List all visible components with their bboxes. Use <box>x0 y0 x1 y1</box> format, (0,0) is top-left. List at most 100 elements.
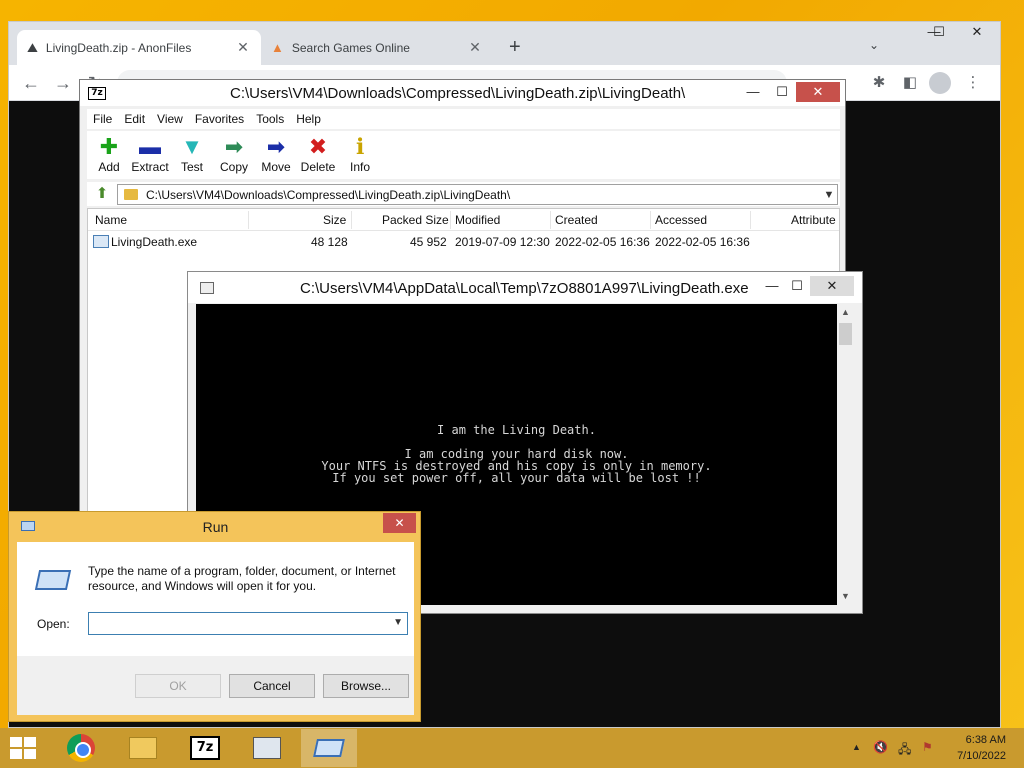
tab-search-button[interactable]: ⌄ <box>869 38 879 52</box>
tray-chevron-icon[interactable]: ▲ <box>852 742 861 752</box>
7zip-menubar: File Edit View Favorites Tools Help <box>87 109 840 129</box>
open-input[interactable] <box>91 615 381 632</box>
tab-strip: ⛰ LivingDeath.zip - AnonFiles ✕ ▲ Search… <box>9 22 1000 65</box>
7zip-window-title: C:\Users\VM4\Downloads\Compressed\Living… <box>230 85 686 102</box>
extensions-puzzle-icon[interactable]: ✱ <box>867 71 891 95</box>
7zip-maximize-button[interactable]: ☐ <box>767 82 797 102</box>
cancel-button[interactable]: Cancel <box>229 674 315 698</box>
test-button[interactable]: ▼ Test <box>170 134 214 174</box>
extract-label: Extract <box>131 160 169 174</box>
chevron-down-icon[interactable]: ▼ <box>821 189 837 201</box>
column-header-size[interactable]: Size <box>323 213 346 227</box>
menu-favorites[interactable]: Favorites <box>189 112 250 126</box>
anonfiles-favicon-icon: ⛰ <box>27 39 38 55</box>
browser-maximize-button[interactable]: ☐ <box>919 24 959 40</box>
file-row[interactable]: LivingDeath.exe 48 128 45 952 2019-07-09… <box>88 231 839 253</box>
column-header-attributes[interactable]: Attribute <box>791 213 836 227</box>
file-explorer-icon <box>129 737 157 759</box>
chrome-menu-icon[interactable]: ⋮ <box>961 71 985 95</box>
games-favicon-icon: ▲ <box>271 40 284 55</box>
path-combobox[interactable]: C:\Users\VM4\Downloads\Compressed\Living… <box>117 184 838 205</box>
move-button[interactable]: ➡ Move <box>254 134 298 174</box>
column-header-accessed[interactable]: Accessed <box>655 213 707 227</box>
console-titlebar: C:\Users\VM4\AppData\Local\Temp\7zO8801A… <box>188 272 862 303</box>
run-dialog: Run ✕ Type the name of a program, folder… <box>8 511 421 722</box>
scroll-up-icon[interactable]: ▲ <box>837 304 854 321</box>
menu-edit[interactable]: Edit <box>118 112 151 126</box>
copy-icon: ➡ <box>224 134 244 159</box>
file-name: LivingDeath.exe <box>111 235 198 249</box>
ok-button[interactable]: OK <box>135 674 221 698</box>
column-header-packed-size[interactable]: Packed Size <box>382 213 449 227</box>
menu-help[interactable]: Help <box>290 112 327 126</box>
profile-avatar[interactable] <box>929 72 951 94</box>
run-dialog-body: Type the name of a program, folder, docu… <box>17 542 414 715</box>
close-icon[interactable]: ✕ <box>235 39 251 56</box>
add-button[interactable]: ✚ Add <box>87 134 131 174</box>
add-icon: ✚ <box>99 134 119 159</box>
column-header-created[interactable]: Created <box>555 213 598 227</box>
side-panel-icon[interactable]: ◧ <box>898 71 922 95</box>
7zip-address-bar: ⬆ C:\Users\VM4\Downloads\Compressed\Livi… <box>87 182 840 206</box>
console-window-title: C:\Users\VM4\AppData\Local\Temp\7zO8801A… <box>300 280 749 297</box>
taskbar-file-explorer[interactable] <box>115 729 171 767</box>
clock-date: 7/10/2022 <box>957 750 1006 762</box>
console-icon <box>253 737 281 759</box>
browser-close-button[interactable]: ✕ <box>957 24 997 40</box>
close-icon[interactable]: ✕ <box>467 39 483 56</box>
start-button[interactable] <box>10 737 36 759</box>
console-maximize-button[interactable]: ☐ <box>782 276 812 296</box>
taskbar-console[interactable] <box>239 729 295 767</box>
forward-button[interactable]: → <box>51 71 75 95</box>
7zip-close-button[interactable]: ✕ <box>796 82 840 102</box>
taskbar-7zip[interactable]: 7z <box>177 729 233 767</box>
info-label: Info <box>349 160 370 174</box>
run-close-button[interactable]: ✕ <box>383 513 416 533</box>
test-label: Test <box>180 160 203 174</box>
copy-button[interactable]: ➡ Copy <box>212 134 256 174</box>
file-size: 48 128 <box>311 235 348 249</box>
chevron-down-icon[interactable]: ▼ <box>393 617 403 628</box>
back-button[interactable]: ← <box>19 71 43 95</box>
delete-icon: ✖ <box>308 134 328 159</box>
file-accessed: 2022-02-05 16:36 <box>655 235 750 249</box>
7zip-minimize-button[interactable]: — <box>738 82 768 102</box>
chrome-icon <box>67 734 95 762</box>
tab-search-games[interactable]: ▲ Search Games Online ✕ <box>261 30 493 65</box>
network-icon[interactable]: 🖧 <box>898 740 911 761</box>
extract-button[interactable]: ▬ Extract <box>128 134 172 174</box>
clock-time: 6:38 AM <box>965 734 1006 746</box>
copy-label: Copy <box>219 160 248 174</box>
clock[interactable]: 6:38 AM 7/10/2022 <box>946 732 1006 764</box>
7zip-toolbar: ✚ Add ▬ Extract ▼ Test ➡ Copy ➡ Move ✖ D… <box>87 131 840 179</box>
console-close-button[interactable]: ✕ <box>810 276 854 296</box>
new-tab-button[interactable]: + <box>509 36 521 59</box>
folder-up-icon[interactable]: ⬆ <box>93 185 111 203</box>
tab-title: LivingDeath.zip - AnonFiles <box>45 40 192 55</box>
volume-muted-icon[interactable]: 🔇 <box>873 740 888 754</box>
file-packed-size: 45 952 <box>410 235 447 249</box>
action-center-flag-icon[interactable]: ⚑ <box>922 740 933 754</box>
menu-view[interactable]: View <box>151 112 189 126</box>
delete-button[interactable]: ✖ Delete <box>296 134 340 174</box>
run-icon <box>34 570 72 590</box>
file-list-header: Name Size Packed Size Modified Created A… <box>88 209 839 231</box>
taskbar-chrome[interactable] <box>53 729 109 767</box>
open-combobox[interactable]: ▼ <box>88 612 408 635</box>
taskbar-run[interactable] <box>301 729 357 767</box>
browse-button[interactable]: Browse... <box>323 674 409 698</box>
console-app-icon <box>200 282 214 294</box>
scroll-down-icon[interactable]: ▼ <box>837 588 854 605</box>
add-label: Add <box>98 160 120 174</box>
menu-tools[interactable]: Tools <box>250 112 290 126</box>
file-modified: 2019-07-09 12:30 <box>455 235 550 249</box>
tab-livingdeath-anonfiles[interactable]: ⛰ LivingDeath.zip - AnonFiles ✕ <box>17 30 261 65</box>
delete-label: Delete <box>300 160 336 174</box>
console-scrollbar[interactable]: ▲ ▼ <box>837 304 854 605</box>
info-button[interactable]: ℹ Info <box>338 134 382 174</box>
scroll-thumb[interactable] <box>839 323 852 345</box>
column-header-name[interactable]: Name <box>95 213 127 227</box>
column-header-modified[interactable]: Modified <box>455 213 500 227</box>
tab-title: Search Games Online <box>291 40 410 55</box>
menu-file[interactable]: File <box>87 112 118 126</box>
